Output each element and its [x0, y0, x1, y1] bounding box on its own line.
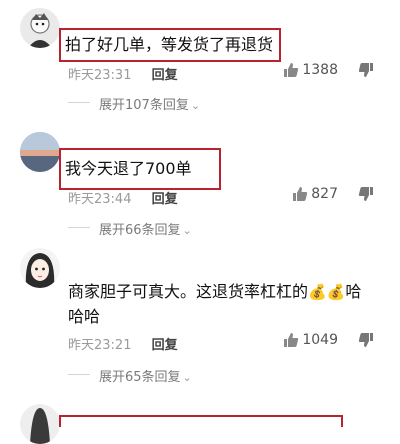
like-button[interactable]: 827 [292, 186, 338, 202]
dislike-button[interactable] [358, 62, 374, 82]
comment-text: 拍了好几单，等发货了再退货 [59, 28, 282, 62]
thumbs-down-icon [358, 333, 373, 347]
comment-text-tail: 哈 [345, 282, 362, 301]
thumbs-up-icon [284, 333, 299, 347]
dislike-button[interactable] [358, 186, 374, 206]
like-button[interactable]: 1049 [283, 332, 338, 348]
comment-meta: 昨天23:21 回复 [68, 334, 178, 353]
money-bag-emoji: 💰💰 [308, 283, 346, 301]
reply-button[interactable]: 回复 [152, 338, 178, 353]
expand-replies-label: 展开107条回复 [99, 98, 189, 113]
comment-time: 昨天23:44 [68, 192, 132, 207]
expand-divider [68, 102, 90, 103]
comment-text: 我今天退了700单 [59, 148, 221, 190]
thumbs-down-icon [358, 187, 373, 201]
comment-time: 昨天23:31 [68, 68, 132, 83]
expand-replies-label: 展开65条回复 [99, 370, 181, 385]
dislike-button[interactable] [358, 332, 374, 352]
avatar[interactable] [20, 248, 60, 288]
thumbs-up-icon [284, 63, 299, 77]
chevron-down-icon: ⌄ [182, 224, 192, 237]
avatar[interactable] [20, 132, 60, 172]
comment-meta: 昨天23:44 回复 [68, 188, 178, 207]
comment-2: 我今天退了700单 昨天23:44 回复 827 展开66条回复 ⌄ [0, 118, 400, 242]
chevron-down-icon: ⌄ [182, 371, 192, 384]
thumbs-up-icon [293, 187, 308, 201]
comment-highlight-partial [59, 415, 343, 427]
comment-text-line-2: 哈哈 [68, 307, 101, 326]
like-count: 1049 [302, 332, 338, 348]
avatar-partial[interactable] [20, 404, 60, 444]
like-count: 1388 [302, 62, 338, 78]
comment-1: 拍了好几单，等发货了再退货 昨天23:31 回复 1388 展开107条回复 ⌄ [0, 0, 400, 118]
comment-3: 商家胆子可真大。这退货率杠杠的💰💰哈 哈哈 昨天23:21 回复 1049 展开… [0, 242, 400, 392]
chevron-down-icon: ⌄ [190, 99, 201, 112]
avatar[interactable] [20, 8, 60, 48]
thumbs-down-icon [358, 63, 373, 77]
expand-replies-button[interactable]: 展开66条回复 ⌄ [99, 219, 192, 238]
comment-meta: 昨天23:31 回复 [68, 64, 178, 83]
comment-text: 商家胆子可真大。这退货率杠杠的 [68, 282, 309, 301]
like-count: 827 [311, 186, 338, 202]
like-button[interactable]: 1388 [283, 62, 338, 78]
comment-time: 昨天23:21 [68, 338, 132, 353]
expand-divider [68, 227, 90, 228]
expand-replies-button[interactable]: 展开107条回复 ⌄ [99, 94, 200, 113]
expand-replies-label: 展开66条回复 [99, 223, 181, 238]
reply-button[interactable]: 回复 [152, 192, 178, 207]
comment-text-line-1: 商家胆子可真大。这退货率杠杠的💰💰哈 [68, 279, 361, 305]
expand-replies-button[interactable]: 展开65条回复 ⌄ [99, 366, 192, 385]
expand-divider [68, 374, 90, 375]
reply-button[interactable]: 回复 [152, 68, 178, 83]
